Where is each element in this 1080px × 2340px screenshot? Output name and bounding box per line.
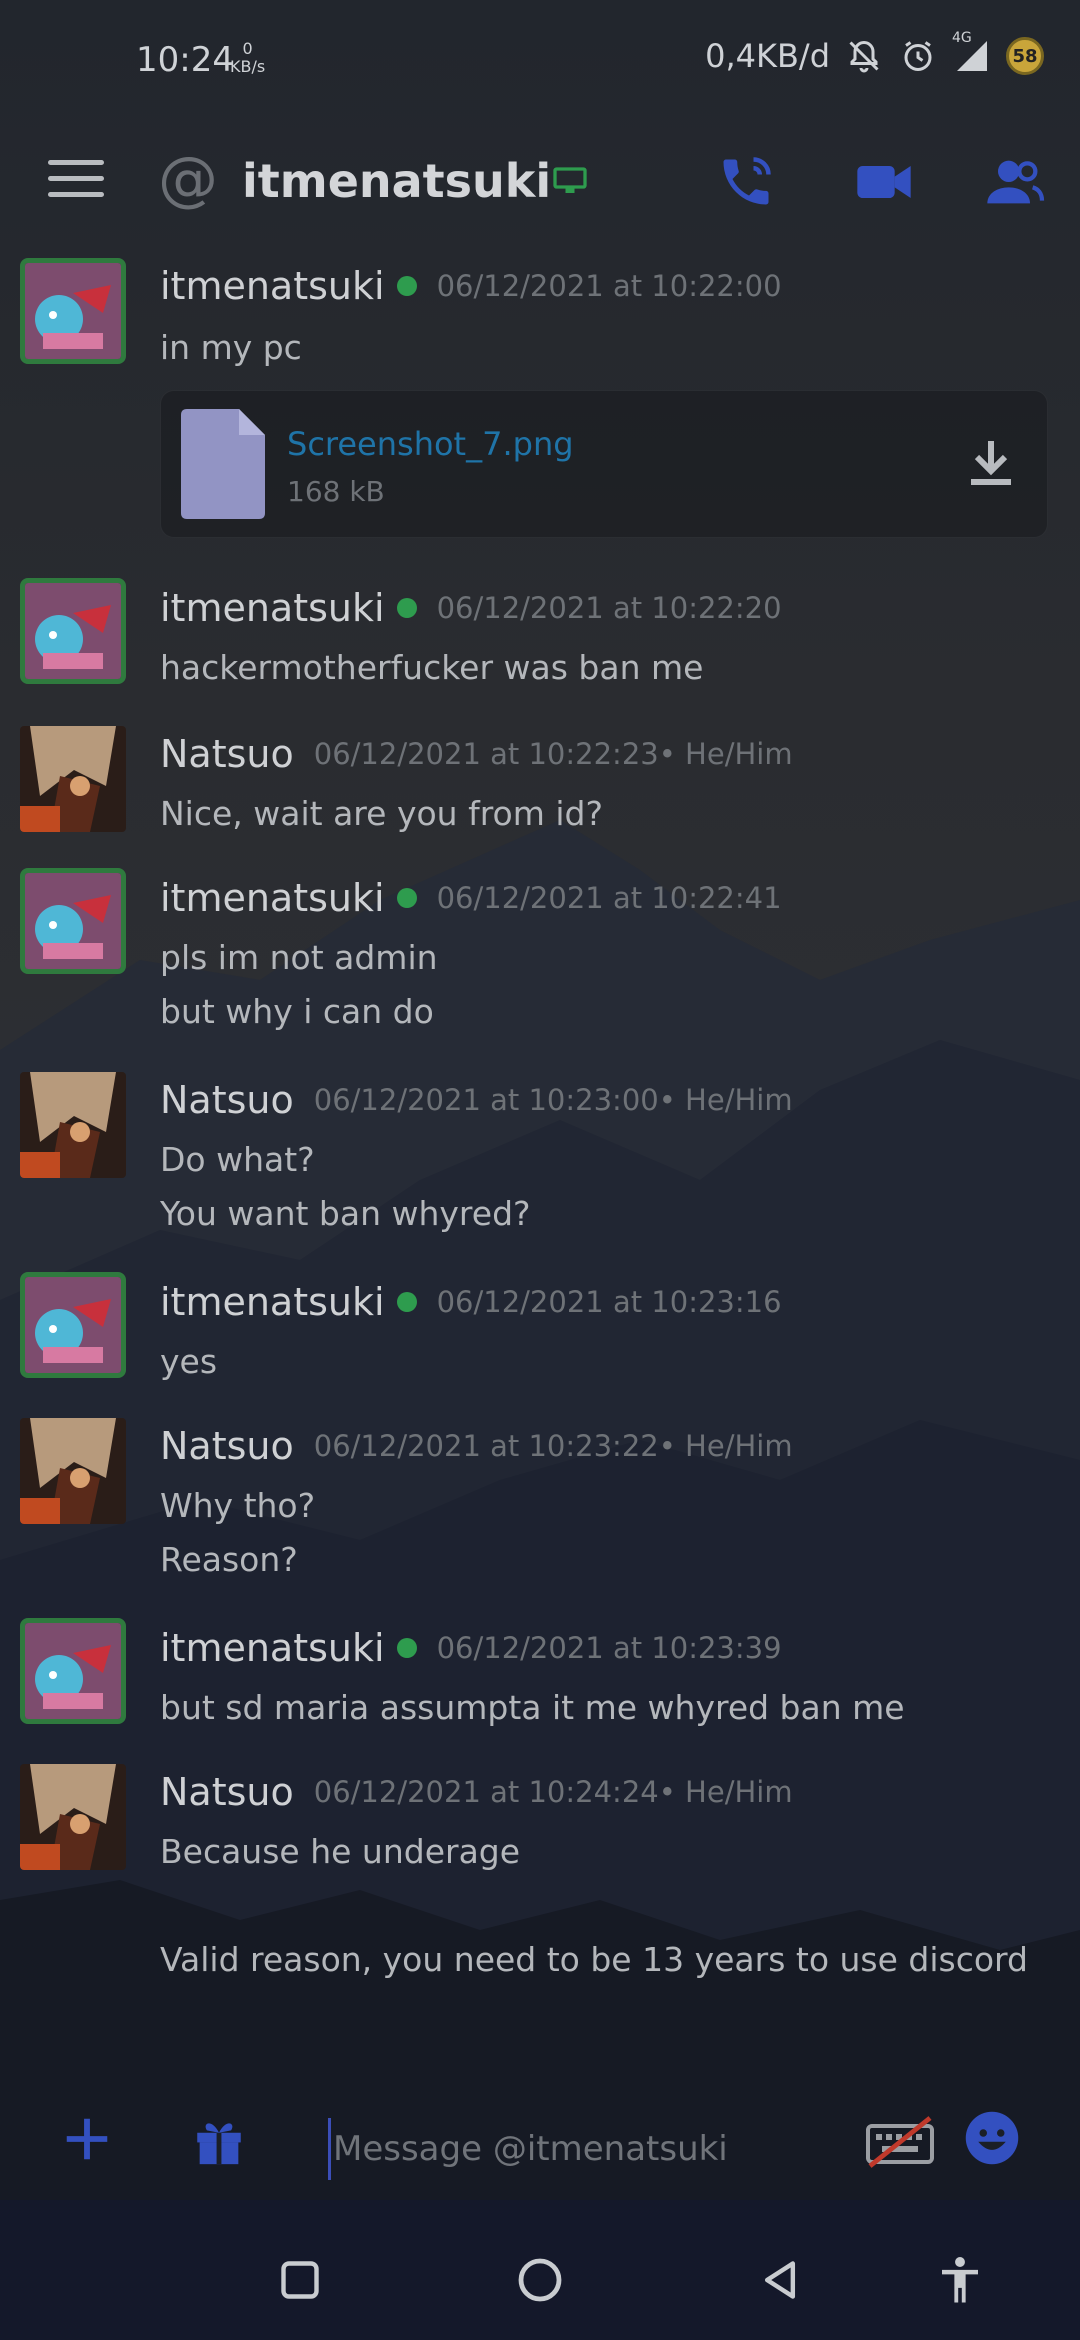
avatar[interactable] — [20, 578, 126, 684]
keyboard-disabled-icon[interactable] — [866, 2116, 934, 2172]
avatar[interactable] — [20, 1764, 126, 1870]
timestamp: 06/12/2021 at 10:23:00 — [313, 1083, 659, 1117]
message-text: Because he underage — [160, 1832, 521, 1871]
online-status-icon — [396, 1638, 417, 1658]
pronouns: • He/Him — [658, 1775, 793, 1809]
message-text: but why i can do — [160, 992, 434, 1031]
username[interactable]: Natsuo — [160, 1424, 294, 1468]
message-text: hackermotherfucker was ban me — [160, 648, 704, 687]
username[interactable]: itmenatsuki — [160, 876, 385, 920]
timestamp: 06/12/2021 at 10:22:00 — [436, 269, 782, 303]
avatar[interactable] — [20, 868, 126, 974]
message-text: You want ban whyred? — [160, 1194, 531, 1233]
message-input[interactable] — [328, 2118, 855, 2180]
message-text: but sd maria assumpta it me whyred ban m… — [160, 1688, 905, 1727]
at-symbol: @ — [158, 144, 218, 214]
notifications-muted-icon — [844, 36, 884, 76]
pronouns: • He/Him — [658, 737, 793, 771]
message-composer — [0, 2090, 1080, 2210]
username[interactable]: itmenatsuki — [160, 1280, 385, 1324]
emoji-icon[interactable] — [962, 2108, 1022, 2172]
message-text: Nice, wait are you from id? — [160, 794, 603, 833]
username[interactable]: itmenatsuki — [160, 264, 385, 308]
username[interactable]: itmenatsuki — [160, 586, 385, 630]
username[interactable]: Natsuo — [160, 1770, 294, 1814]
menu-icon[interactable] — [48, 160, 104, 200]
timestamp: 06/12/2021 at 10:23:39 — [436, 1631, 782, 1665]
pronouns: • He/Him — [658, 1429, 793, 1463]
username[interactable]: Natsuo — [160, 1078, 294, 1122]
file-size: 168 kB — [287, 475, 385, 508]
back-icon[interactable] — [750, 2250, 810, 2310]
timestamp: 06/12/2021 at 10:22:41 — [436, 881, 782, 915]
battery-icon: 58 — [1006, 37, 1044, 75]
timestamp: 06/12/2021 at 10:23:16 — [436, 1285, 782, 1319]
file-name-link[interactable]: Screenshot_7.png — [287, 425, 574, 463]
online-status-icon — [396, 276, 417, 296]
timestamp: 06/12/2021 at 10:24:24 — [313, 1775, 659, 1809]
net-speed: 0 KB/s — [230, 40, 265, 76]
timestamp: 06/12/2021 at 10:22:20 — [436, 591, 782, 625]
avatar[interactable] — [20, 726, 126, 832]
signal-icon: 4G — [952, 30, 992, 76]
add-icon[interactable] — [60, 2112, 114, 2170]
message-text: Reason? — [160, 1540, 298, 1579]
video-call-icon[interactable] — [852, 150, 916, 214]
avatar[interactable] — [20, 1272, 126, 1378]
online-status-icon — [396, 598, 417, 618]
message-text: Valid reason, you need to be 13 years to… — [160, 1940, 1028, 1979]
message-text: in my pc — [160, 328, 302, 367]
online-status-icon — [396, 1292, 417, 1312]
status-bar: 10:24 0 KB/s 0,4KB/d 4G 58 — [0, 0, 1080, 120]
accessibility-icon[interactable] — [930, 2250, 990, 2310]
online-status-icon — [396, 888, 417, 908]
message-text: yes — [160, 1342, 218, 1381]
net-speed-value: 0 — [242, 39, 253, 58]
page-title: itmenatsuki — [242, 154, 552, 208]
net-speed-unit: KB/s — [230, 57, 266, 76]
top-bar: @ itmenatsuki — [0, 130, 1080, 230]
download-icon[interactable] — [967, 437, 1015, 493]
system-nav-bar — [0, 2220, 1080, 2340]
avatar[interactable] — [20, 1418, 126, 1524]
timestamp: 06/12/2021 at 10:23:22 — [313, 1429, 659, 1463]
voice-call-icon[interactable] — [714, 150, 778, 214]
home-icon[interactable] — [510, 2250, 570, 2310]
file-attachment[interactable]: Screenshot_7.png 168 kB — [160, 390, 1048, 538]
username[interactable]: Natsuo — [160, 732, 294, 776]
gift-icon[interactable] — [190, 2110, 248, 2174]
message-text: Do what? — [160, 1140, 315, 1179]
username[interactable]: itmenatsuki — [160, 1626, 385, 1670]
file-icon — [181, 409, 265, 523]
pronouns: • He/Him — [658, 1083, 793, 1117]
avatar[interactable] — [20, 1618, 126, 1724]
avatar[interactable] — [20, 1072, 126, 1178]
desktop-status-icon — [552, 166, 588, 200]
recents-icon[interactable] — [270, 2250, 330, 2310]
network-type: 4G — [952, 30, 972, 46]
message-text: pls im not admin — [160, 938, 438, 977]
message-text: Why tho? — [160, 1486, 316, 1525]
alarm-icon — [898, 36, 938, 76]
timestamp: 06/12/2021 at 10:22:23 — [313, 737, 659, 771]
avatar[interactable] — [20, 258, 126, 364]
clock: 10:24 — [136, 40, 234, 80]
data-usage: 0,4KB/d — [705, 37, 830, 75]
members-icon[interactable] — [982, 150, 1046, 214]
